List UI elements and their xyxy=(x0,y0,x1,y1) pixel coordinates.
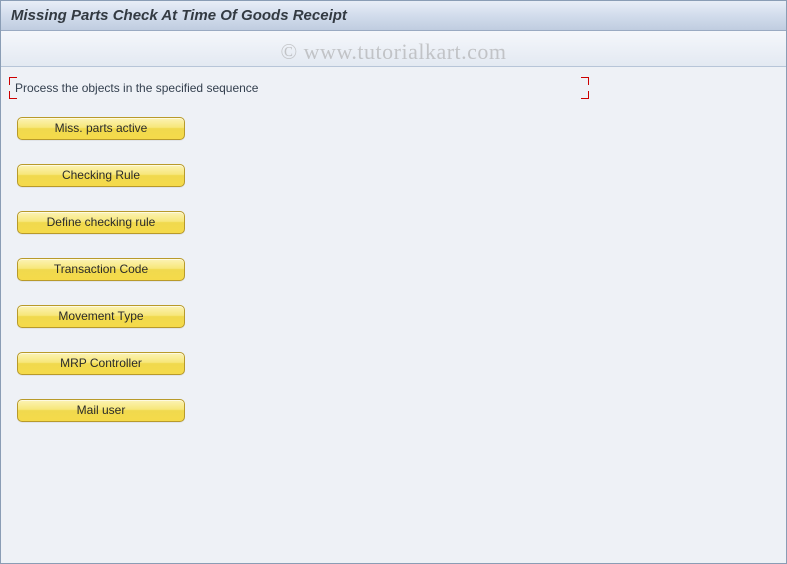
page-title: Missing Parts Check At Time Of Goods Rec… xyxy=(11,7,347,24)
instruction-frame: Process the objects in the specified seq… xyxy=(9,77,589,99)
miss-parts-active-button[interactable]: Miss. parts active xyxy=(17,117,185,140)
mail-user-button[interactable]: Mail user xyxy=(17,399,185,422)
movement-type-button[interactable]: Movement Type xyxy=(17,305,185,328)
frame-corner-icon xyxy=(9,77,17,85)
application-toolbar xyxy=(1,31,786,67)
transaction-code-button[interactable]: Transaction Code xyxy=(17,258,185,281)
define-checking-rule-button[interactable]: Define checking rule xyxy=(17,211,185,234)
frame-corner-icon xyxy=(581,77,589,85)
mrp-controller-button[interactable]: MRP Controller xyxy=(17,352,185,375)
button-stack: Miss. parts active Checking Rule Define … xyxy=(9,117,778,422)
instruction-text: Process the objects in the specified seq… xyxy=(15,81,258,95)
checking-rule-button[interactable]: Checking Rule xyxy=(17,164,185,187)
frame-corner-icon xyxy=(581,91,589,99)
title-bar: Missing Parts Check At Time Of Goods Rec… xyxy=(1,1,786,31)
frame-corner-icon xyxy=(9,91,17,99)
content-area: Process the objects in the specified seq… xyxy=(1,67,786,432)
